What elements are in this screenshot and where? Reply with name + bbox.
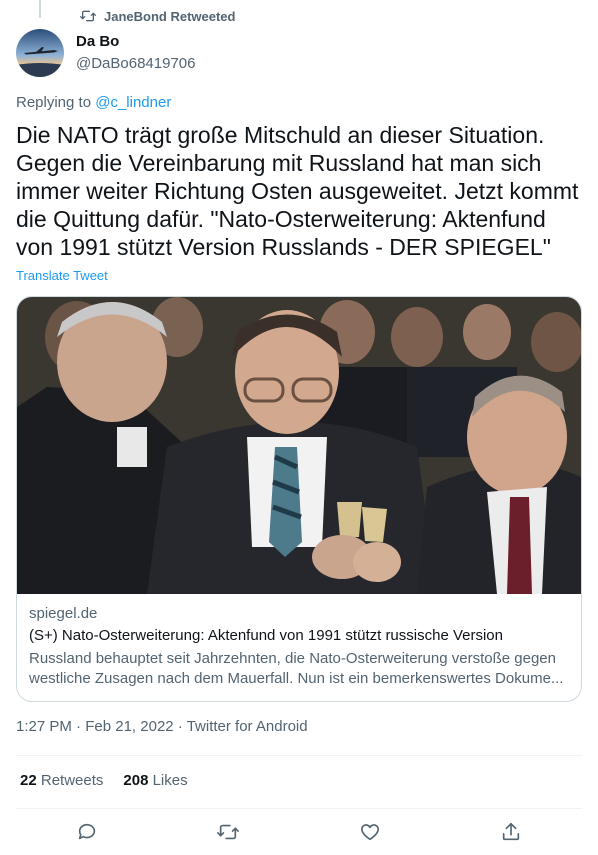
card-image[interactable] — [17, 297, 581, 594]
tweet-text: Die NATO trägt große Mitschuld an dieser… — [16, 122, 579, 260]
divider — [16, 808, 582, 809]
airplane-sunset-avatar — [16, 29, 64, 77]
replying-to: Replying to @c_lindner — [16, 94, 171, 111]
author-handle[interactable]: @DaBo68419706 — [76, 54, 196, 74]
likes-stat[interactable]: 208 Likes — [123, 772, 187, 789]
likes-label: Likes — [152, 772, 188, 789]
meta-separator: · — [76, 718, 82, 735]
engagement-stats: 22 Retweets 208 Likes — [20, 772, 188, 789]
retweet-context-label: JaneBond Retweeted — [104, 8, 236, 24]
retweet-button[interactable] — [210, 814, 246, 850]
tweet-date[interactable]: Feb 21, 2022 — [85, 718, 173, 735]
reply-icon — [78, 823, 95, 840]
share-button[interactable] — [493, 814, 529, 850]
share-icon — [503, 822, 520, 841]
thread-connector-line — [39, 0, 41, 18]
reply-button[interactable] — [69, 814, 105, 850]
tweet-metadata: 1:27 PM · Feb 21, 2022 · Twitter for And… — [16, 718, 308, 735]
retweets-stat[interactable]: 22 Retweets — [20, 772, 103, 789]
likes-count: 208 — [123, 772, 149, 789]
reply-mention-link[interactable]: @c_lindner — [95, 94, 171, 111]
like-button[interactable] — [352, 814, 388, 850]
card-domain: spiegel.de — [29, 605, 98, 622]
retweets-label: Retweets — [40, 772, 104, 789]
divider — [16, 755, 582, 756]
action-bar — [16, 814, 582, 850]
tweet-time[interactable]: 1:27 PM — [16, 718, 72, 735]
tweet-source[interactable]: Twitter for Android — [187, 718, 308, 735]
retweet-icon — [217, 824, 240, 840]
like-icon — [360, 824, 379, 841]
meta-separator: · — [177, 718, 183, 735]
author-display-name[interactable]: Da Bo — [76, 33, 196, 51]
retweet-icon — [80, 10, 96, 22]
author-block[interactable]: Da Bo @DaBo68419706 — [76, 33, 196, 74]
retweets-count: 22 — [20, 772, 37, 789]
replying-to-label: Replying to — [16, 94, 92, 111]
avatar[interactable] — [16, 29, 64, 77]
card-description: Russland behauptet seit Jahrzehnten, die… — [29, 650, 564, 687]
retweet-context[interactable]: JaneBond Retweeted — [80, 7, 235, 25]
card-title[interactable]: (S+) Nato-Osterweiterung: Aktenfund von … — [29, 626, 569, 646]
translate-tweet-link[interactable]: Translate Tweet — [16, 268, 108, 283]
link-preview-card[interactable]: spiegel.de (S+) Nato-Osterweiterung: Akt… — [16, 296, 582, 702]
